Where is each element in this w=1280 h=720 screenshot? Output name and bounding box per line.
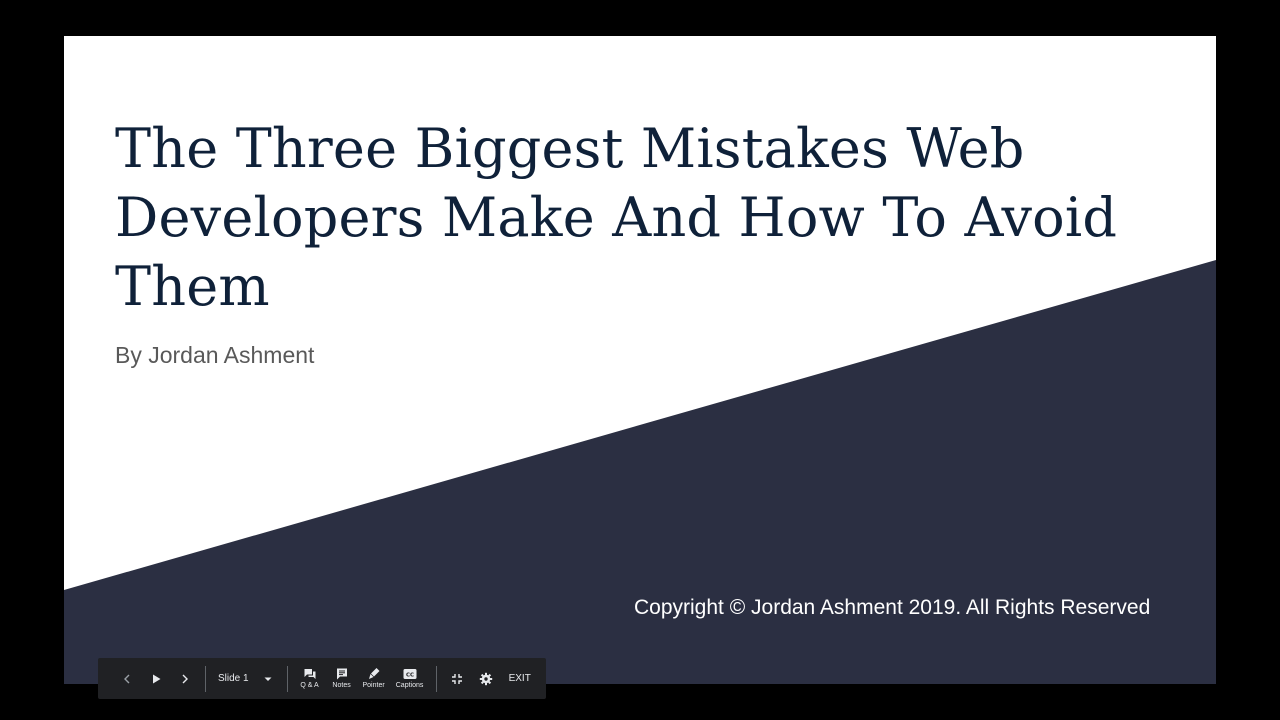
previous-slide-button[interactable] <box>112 658 141 699</box>
svg-text:CC: CC <box>406 672 414 678</box>
exit-presentation-button[interactable]: EXIT <box>501 658 539 699</box>
qa-button[interactable]: Q & A <box>294 658 326 699</box>
toolbar-divider <box>205 665 206 692</box>
exit-fullscreen-button[interactable] <box>443 658 472 699</box>
exit-fullscreen-icon <box>452 673 463 684</box>
presenter-toolbar: Slide 1 Q & A Notes Pointer CC Captions … <box>98 658 546 699</box>
notes-icon <box>336 668 347 680</box>
slide-select-dropdown[interactable]: Slide 1 <box>212 658 281 699</box>
slide-title: The Three Biggest Mistakes Web Developer… <box>115 117 1118 318</box>
pointer-button[interactable]: Pointer <box>358 658 390 699</box>
qa-label: Q & A <box>300 682 319 689</box>
slide-copyright: Copyright © Jordan Ashment 2019. All Rig… <box>634 596 1151 619</box>
captions-icon: CC <box>403 669 417 679</box>
toolbar-divider <box>286 665 288 692</box>
caret-down-icon <box>264 677 272 681</box>
play-button[interactable] <box>141 658 170 699</box>
pointer-icon <box>368 668 380 679</box>
settings-button[interactable] <box>472 658 501 699</box>
toolbar-divider <box>435 665 437 692</box>
next-slide-button[interactable] <box>170 658 199 699</box>
gear-icon <box>479 672 493 685</box>
captions-button[interactable]: CC Captions <box>390 658 430 699</box>
slide-subtitle: By Jordan Ashment <box>115 342 315 368</box>
chevron-right-icon <box>182 674 188 683</box>
chevron-left-icon <box>123 674 129 683</box>
notes-button[interactable]: Notes <box>326 658 358 699</box>
play-icon <box>152 674 160 683</box>
slide-select-label: Slide 1 <box>218 673 249 684</box>
presentation-stage: The Three Biggest Mistakes Web Developer… <box>0 0 1280 720</box>
captions-label: Captions <box>395 682 424 689</box>
qa-icon <box>304 669 316 679</box>
slide: The Three Biggest Mistakes Web Developer… <box>64 36 1216 684</box>
pointer-label: Pointer <box>362 682 385 689</box>
notes-label: Notes <box>332 682 351 689</box>
